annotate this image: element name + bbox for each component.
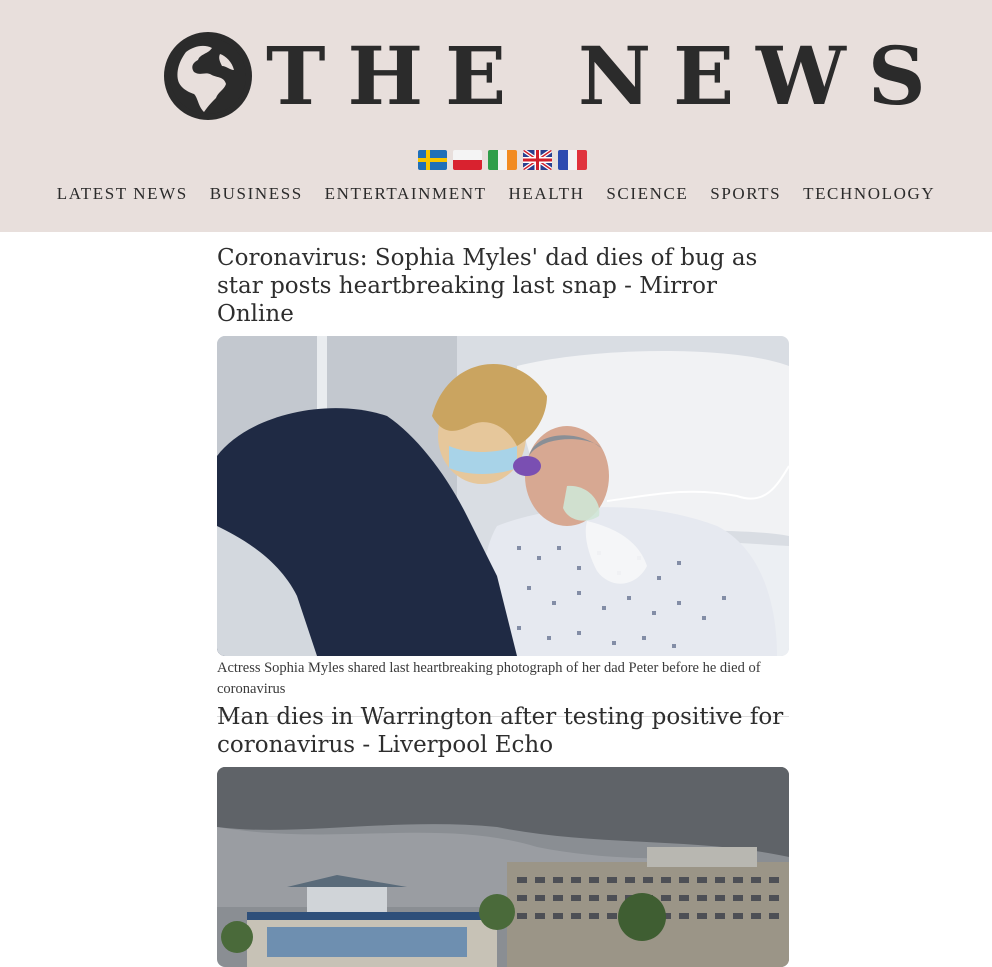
nav-sports[interactable]: SPORTS [710,184,781,204]
article-headline[interactable]: Man dies in Warrington after testing pos… [217,703,789,759]
poland-flag-icon[interactable] [453,150,482,170]
article-card: Man dies in Warrington after testing pos… [217,703,789,967]
article-card: Coronavirus: Sophia Myles' dad dies of b… [217,244,789,717]
uk-flag-icon[interactable] [523,150,552,170]
nav-science[interactable]: SCIENCE [606,184,688,204]
nav-latest-news[interactable]: LATEST NEWS [57,184,188,204]
language-flags [418,150,587,172]
article-photo[interactable] [217,767,789,967]
globe-logo-icon[interactable] [164,32,252,120]
nav-entertainment[interactable]: ENTERTAINMENT [325,184,487,204]
nav-technology[interactable]: TECHNOLOGY [803,184,935,204]
ireland-flag-icon[interactable] [488,150,517,170]
sweden-flag-icon[interactable] [418,150,447,170]
france-flag-icon[interactable] [558,150,587,170]
main-nav: LATEST NEWS BUSINESS ENTERTAINMENT HEALT… [0,184,992,204]
article-caption: Actress Sophia Myles shared last heartbr… [217,660,761,697]
nav-health[interactable]: HEALTH [508,184,584,204]
article-headline[interactable]: Coronavirus: Sophia Myles' dad dies of b… [217,244,789,328]
article-photo[interactable] [217,336,789,656]
site-title[interactable]: THE NEWS [266,28,948,124]
nav-business[interactable]: BUSINESS [210,184,303,204]
masthead: THE NEWS LATEST NEWS BUSINESS ENTERTAINM… [0,0,992,232]
